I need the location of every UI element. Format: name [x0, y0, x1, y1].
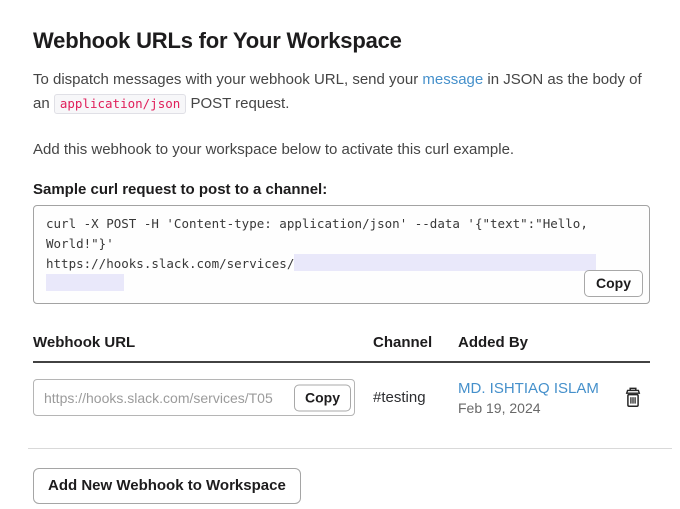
- intro-text-3: POST request.: [186, 95, 289, 112]
- page-title: Webhook URLs for Your Workspace: [33, 28, 650, 54]
- curl-line-2: World!"}': [46, 234, 637, 254]
- webhook-url-copy-button[interactable]: Copy: [294, 384, 351, 411]
- trash-icon: [624, 396, 642, 411]
- added-by-cell: MD. ISHTIAQ ISLAM Feb 19, 2024: [458, 380, 599, 416]
- curl-line-3-prefix: https://hooks.slack.com/services/: [46, 256, 294, 271]
- webhooks-table: Webhook URL Channel Added By Copy #testi…: [33, 334, 650, 434]
- activate-note: Add this webhook to your workspace below…: [33, 140, 650, 160]
- intro-text-1: To dispatch messages with your webhook U…: [33, 71, 422, 88]
- redacted-webhook-token-1: [294, 254, 596, 271]
- delete-webhook-button[interactable]: [624, 387, 642, 408]
- curl-copy-button[interactable]: Copy: [584, 270, 643, 297]
- webhook-url-input-wrap: Copy: [33, 379, 355, 416]
- channel-cell: #testing: [373, 389, 458, 406]
- curl-line-1: curl -X POST -H 'Content-type: applicati…: [46, 214, 637, 234]
- add-new-webhook-button[interactable]: Add New Webhook to Workspace: [33, 468, 301, 504]
- added-by-user-link[interactable]: MD. ISHTIAQ ISLAM: [458, 380, 599, 397]
- header-webhook-url: Webhook URL: [33, 334, 373, 351]
- webhook-settings-page: Webhook URLs for Your Workspace To dispa…: [0, 0, 680, 504]
- header-channel: Channel: [373, 334, 458, 351]
- webhook-row: Copy #testing MD. ISHTIAQ ISLAM Feb 19, …: [33, 363, 650, 434]
- webhooks-table-header: Webhook URL Channel Added By: [33, 334, 650, 363]
- content-type-inline-code: application/json: [54, 94, 186, 114]
- intro-paragraph: To dispatch messages with your webhook U…: [33, 68, 645, 116]
- webhook-url-cell: Copy: [33, 379, 373, 416]
- header-added-by: Added By: [458, 334, 650, 351]
- curl-line-3: https://hooks.slack.com/services/: [46, 254, 637, 274]
- added-date: Feb 19, 2024: [458, 400, 599, 416]
- section-divider: [28, 448, 672, 449]
- curl-line-4: [46, 274, 637, 294]
- sample-curl-label: Sample curl request to post to a channel…: [33, 181, 650, 198]
- curl-code-block: curl -X POST -H 'Content-type: applicati…: [33, 205, 650, 304]
- redacted-webhook-token-2: [46, 274, 124, 291]
- message-docs-link[interactable]: message: [422, 71, 483, 88]
